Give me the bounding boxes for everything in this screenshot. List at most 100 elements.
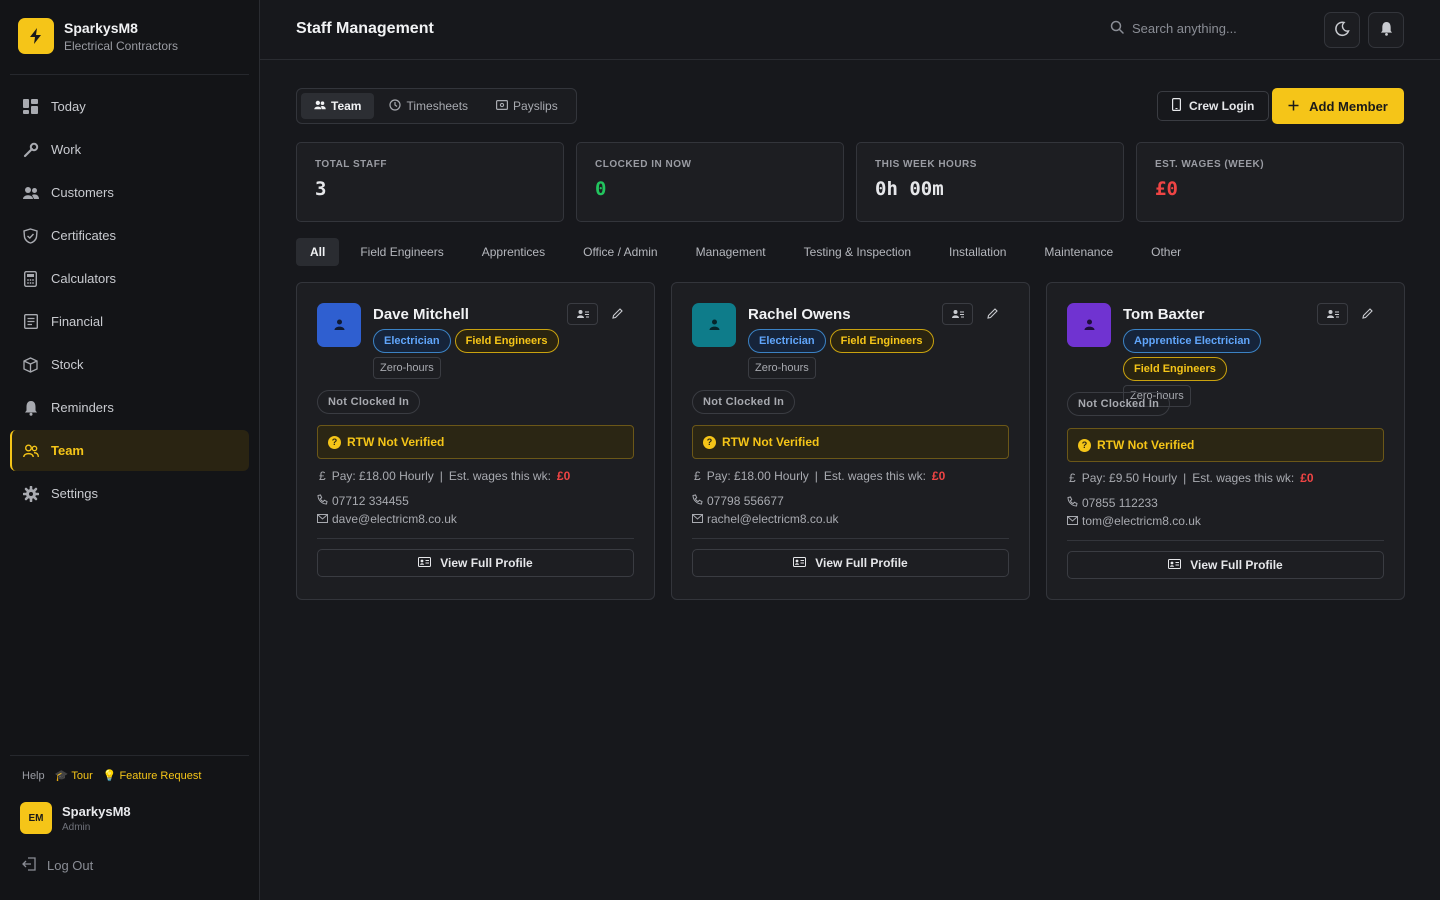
theme-toggle-button[interactable] xyxy=(1324,12,1360,48)
sidebar-item-today[interactable]: Today xyxy=(10,86,249,127)
sidebar-item-calculators[interactable]: Calculators xyxy=(10,258,249,299)
card-divider xyxy=(317,538,634,539)
logout-label: Log Out xyxy=(47,858,94,873)
rtw-text: RTW Not Verified xyxy=(347,435,445,449)
filter-apprentices[interactable]: Apprentices xyxy=(465,238,562,266)
phone-row[interactable]: 07712 334455 xyxy=(317,494,409,508)
tour-link[interactable]: 🎓 Tour xyxy=(54,769,93,783)
add-member-label: Add Member xyxy=(1309,98,1388,114)
email-row[interactable]: dave@electricm8.co.uk xyxy=(317,512,457,526)
pay-rate: Pay: £18.00 Hourly xyxy=(706,469,809,483)
team-icon xyxy=(314,99,326,113)
tab-payslips[interactable]: Payslips xyxy=(483,93,571,119)
contact-card-icon xyxy=(576,307,589,322)
tab-timesheets[interactable]: Timesheets xyxy=(376,93,481,119)
member-name: Tom Baxter xyxy=(1123,306,1205,323)
sidebar-item-certificates[interactable]: Certificates xyxy=(10,215,249,256)
rtw-text: RTW Not Verified xyxy=(1097,438,1195,452)
filter-maintenance[interactable]: Maintenance xyxy=(1027,238,1130,266)
phone-row[interactable]: 07798 556677 xyxy=(692,494,784,508)
logout-button[interactable]: Log Out xyxy=(22,857,93,874)
contact-card-button[interactable] xyxy=(1317,303,1348,325)
stat-card: CLOCKED IN NOW 0 xyxy=(576,142,844,222)
sidebar-item-settings[interactable]: Settings xyxy=(10,473,249,514)
email-row[interactable]: rachel@electricm8.co.uk xyxy=(692,512,839,526)
sidebar-item-financial[interactable]: Financial xyxy=(10,301,249,342)
view-profile-button[interactable]: View Full Profile xyxy=(692,549,1009,577)
tab-team[interactable]: Team xyxy=(301,93,375,119)
card-actions xyxy=(1317,303,1382,325)
help-label: Help xyxy=(22,769,45,782)
email-row[interactable]: tom@electricm8.co.uk xyxy=(1067,514,1201,528)
pay-info: £ Pay: £9.50 Hourly | Est. wages this wk… xyxy=(1069,471,1314,485)
person-icon xyxy=(1084,318,1095,333)
sidebar-divider xyxy=(10,755,249,756)
id-card-icon xyxy=(793,556,807,570)
search-input[interactable] xyxy=(1132,21,1302,36)
tab-label: Team xyxy=(331,99,362,113)
sidebar-item-label: Reminders xyxy=(51,400,114,415)
sidebar-item-label: Work xyxy=(51,142,82,157)
notifications-button[interactable] xyxy=(1368,12,1404,48)
sidebar-item-team[interactable]: Team xyxy=(10,430,249,471)
shield-icon xyxy=(22,227,39,244)
clock-status-badge: Not Clocked In xyxy=(1067,392,1171,416)
filter-other[interactable]: Other xyxy=(1134,238,1198,266)
contact-card-button[interactable] xyxy=(567,303,598,325)
sidebar-item-customers[interactable]: Customers xyxy=(10,172,249,213)
separator: | xyxy=(814,469,818,483)
pay-info: £ Pay: £18.00 Hourly | Est. wages this w… xyxy=(319,469,570,483)
group-badge: Field Engineers xyxy=(1123,357,1227,381)
lightbulb-icon: 💡 xyxy=(102,770,117,782)
add-member-button[interactable]: Add Member xyxy=(1272,88,1404,124)
filter-installation[interactable]: Installation xyxy=(932,238,1023,266)
pencil-icon xyxy=(611,307,623,322)
user-profile[interactable]: EM SparkysM8 Admin xyxy=(20,802,131,834)
stat-label: CLOCKED IN NOW xyxy=(595,159,692,170)
clock-status-badge: Not Clocked In xyxy=(692,390,796,414)
edit-button[interactable] xyxy=(602,303,632,325)
filter-office-admin[interactable]: Office / Admin xyxy=(566,238,674,266)
person-icon xyxy=(334,318,345,333)
view-profile-button[interactable]: View Full Profile xyxy=(1067,551,1384,579)
view-profile-label: View Full Profile xyxy=(1190,558,1283,572)
avatar xyxy=(692,303,736,347)
mail-icon xyxy=(1067,514,1078,528)
edit-button[interactable] xyxy=(1352,303,1382,325)
sidebar-item-work[interactable]: Work xyxy=(10,129,249,170)
feature-request-link[interactable]: 💡 Feature Request xyxy=(102,769,202,783)
tab-label: Payslips xyxy=(513,99,558,113)
contact-card-button[interactable] xyxy=(942,303,973,325)
filter-management[interactable]: Management xyxy=(679,238,783,266)
moon-icon xyxy=(1334,21,1350,40)
stat-value: 0 xyxy=(595,178,607,200)
search-bar xyxy=(1110,20,1302,37)
brand-name: SparkysM8 xyxy=(64,19,138,36)
filter-all[interactable]: All xyxy=(296,238,340,266)
view-profile-button[interactable]: View Full Profile xyxy=(317,549,634,577)
brand[interactable]: SparkysM8 Electrical Contractors xyxy=(18,18,178,54)
avatar: EM xyxy=(20,802,52,834)
phone-device-icon xyxy=(1172,98,1182,114)
pound-icon: £ xyxy=(1069,471,1076,485)
feature-request-label: Feature Request xyxy=(119,769,202,782)
graduation-cap-icon: 🎓 xyxy=(54,770,69,782)
card-divider xyxy=(692,538,1009,539)
sidebar-item-label: Certificates xyxy=(51,228,117,243)
role-filters: All Field Engineers Apprentices Office /… xyxy=(296,238,1198,266)
crew-login-button[interactable]: Crew Login xyxy=(1157,91,1270,121)
id-card-icon xyxy=(1168,558,1182,572)
pencil-icon xyxy=(986,307,998,322)
sidebar-item-stock[interactable]: Stock xyxy=(10,344,249,385)
pay-rate: Pay: £18.00 Hourly xyxy=(331,469,434,483)
email-address: rachel@electricm8.co.uk xyxy=(707,512,839,526)
pound-icon: £ xyxy=(694,469,701,483)
member-cards: Dave Mitchell Electrician Field Engineer… xyxy=(296,282,1405,600)
sidebar-item-label: Financial xyxy=(51,314,104,329)
phone-row[interactable]: 07855 112233 xyxy=(1067,496,1158,510)
filter-field-engineers[interactable]: Field Engineers xyxy=(343,238,460,266)
sidebar-item-reminders[interactable]: Reminders xyxy=(10,387,249,428)
filter-testing-inspection[interactable]: Testing & Inspection xyxy=(787,238,928,266)
crew-login-label: Crew Login xyxy=(1189,99,1255,113)
edit-button[interactable] xyxy=(977,303,1007,325)
